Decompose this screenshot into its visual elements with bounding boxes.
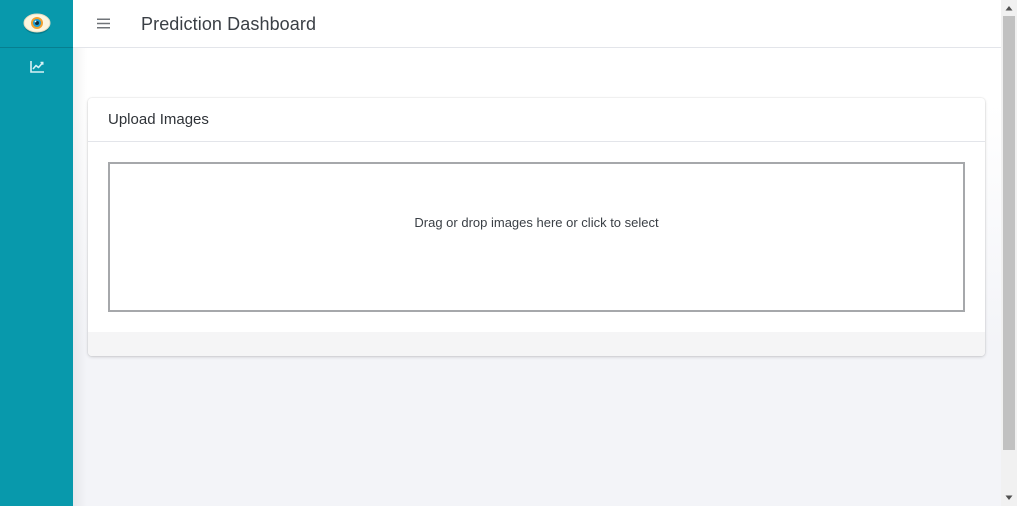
- sidebar: [0, 0, 73, 506]
- main-content: Upload Images Drag or drop images here o…: [73, 48, 1001, 506]
- triangle-up-icon: [1005, 6, 1013, 11]
- dropzone-label: Drag or drop images here or click to sel…: [414, 215, 659, 230]
- upload-card: Upload Images Drag or drop images here o…: [88, 98, 985, 356]
- chart-line-icon: [29, 61, 44, 73]
- card-footer: [88, 332, 985, 356]
- sidebar-logo[interactable]: [0, 0, 73, 48]
- scroll-up-button[interactable]: [1001, 0, 1017, 16]
- scroll-thumb[interactable]: [1003, 16, 1015, 450]
- triangle-down-icon: [1005, 495, 1013, 500]
- card-body: Drag or drop images here or click to sel…: [88, 142, 985, 332]
- vertical-scrollbar[interactable]: [1001, 0, 1017, 506]
- sidebar-item-chart[interactable]: [0, 48, 73, 86]
- app: Prediction Dashboard Upload Images Drag …: [0, 0, 1017, 506]
- page-title: Prediction Dashboard: [141, 14, 317, 34]
- hamburger-menu-icon: [96, 18, 110, 28]
- top-header: Prediction Dashboard: [73, 0, 1001, 48]
- eye-icon: [23, 13, 50, 34]
- image-dropzone[interactable]: Drag or drop images here or click to sel…: [108, 162, 965, 312]
- card-header: Upload Images: [88, 98, 985, 142]
- card-title: Upload Images: [108, 111, 209, 128]
- scroll-down-button[interactable]: [1001, 490, 1017, 506]
- menu-toggle-button[interactable]: [95, 15, 111, 31]
